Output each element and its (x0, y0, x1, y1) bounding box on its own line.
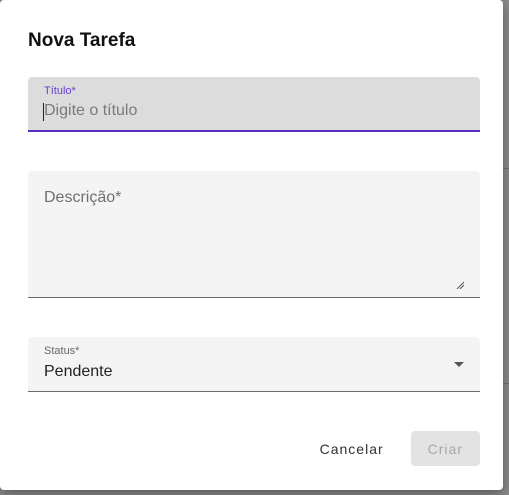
title-input[interactable] (44, 102, 444, 120)
dialog-title: Nova Tarefa (28, 30, 136, 51)
text-cursor (43, 103, 44, 121)
title-field[interactable]: Título* (28, 77, 480, 132)
cancel-button[interactable]: Cancelar (303, 431, 401, 466)
backdrop-divider (503, 383, 509, 384)
description-field-label: Descrição* (44, 189, 122, 206)
resize-handle-icon[interactable] (456, 281, 464, 289)
title-field-label: Título* (44, 85, 76, 97)
status-select[interactable]: Status* Pendente (28, 337, 480, 392)
description-field[interactable]: Descrição* (28, 171, 480, 298)
new-task-dialog: Nova Tarefa Título* Descrição* Status* P… (0, 0, 503, 490)
create-button[interactable]: Criar (410, 431, 480, 466)
dialog-actions: Cancelar Criar (303, 431, 480, 466)
description-textarea[interactable] (44, 217, 468, 287)
status-field-label: Status* (44, 345, 80, 357)
backdrop-divider (503, 168, 509, 169)
status-selected-value: Pendente (44, 363, 113, 380)
chevron-down-icon[interactable] (454, 362, 464, 367)
